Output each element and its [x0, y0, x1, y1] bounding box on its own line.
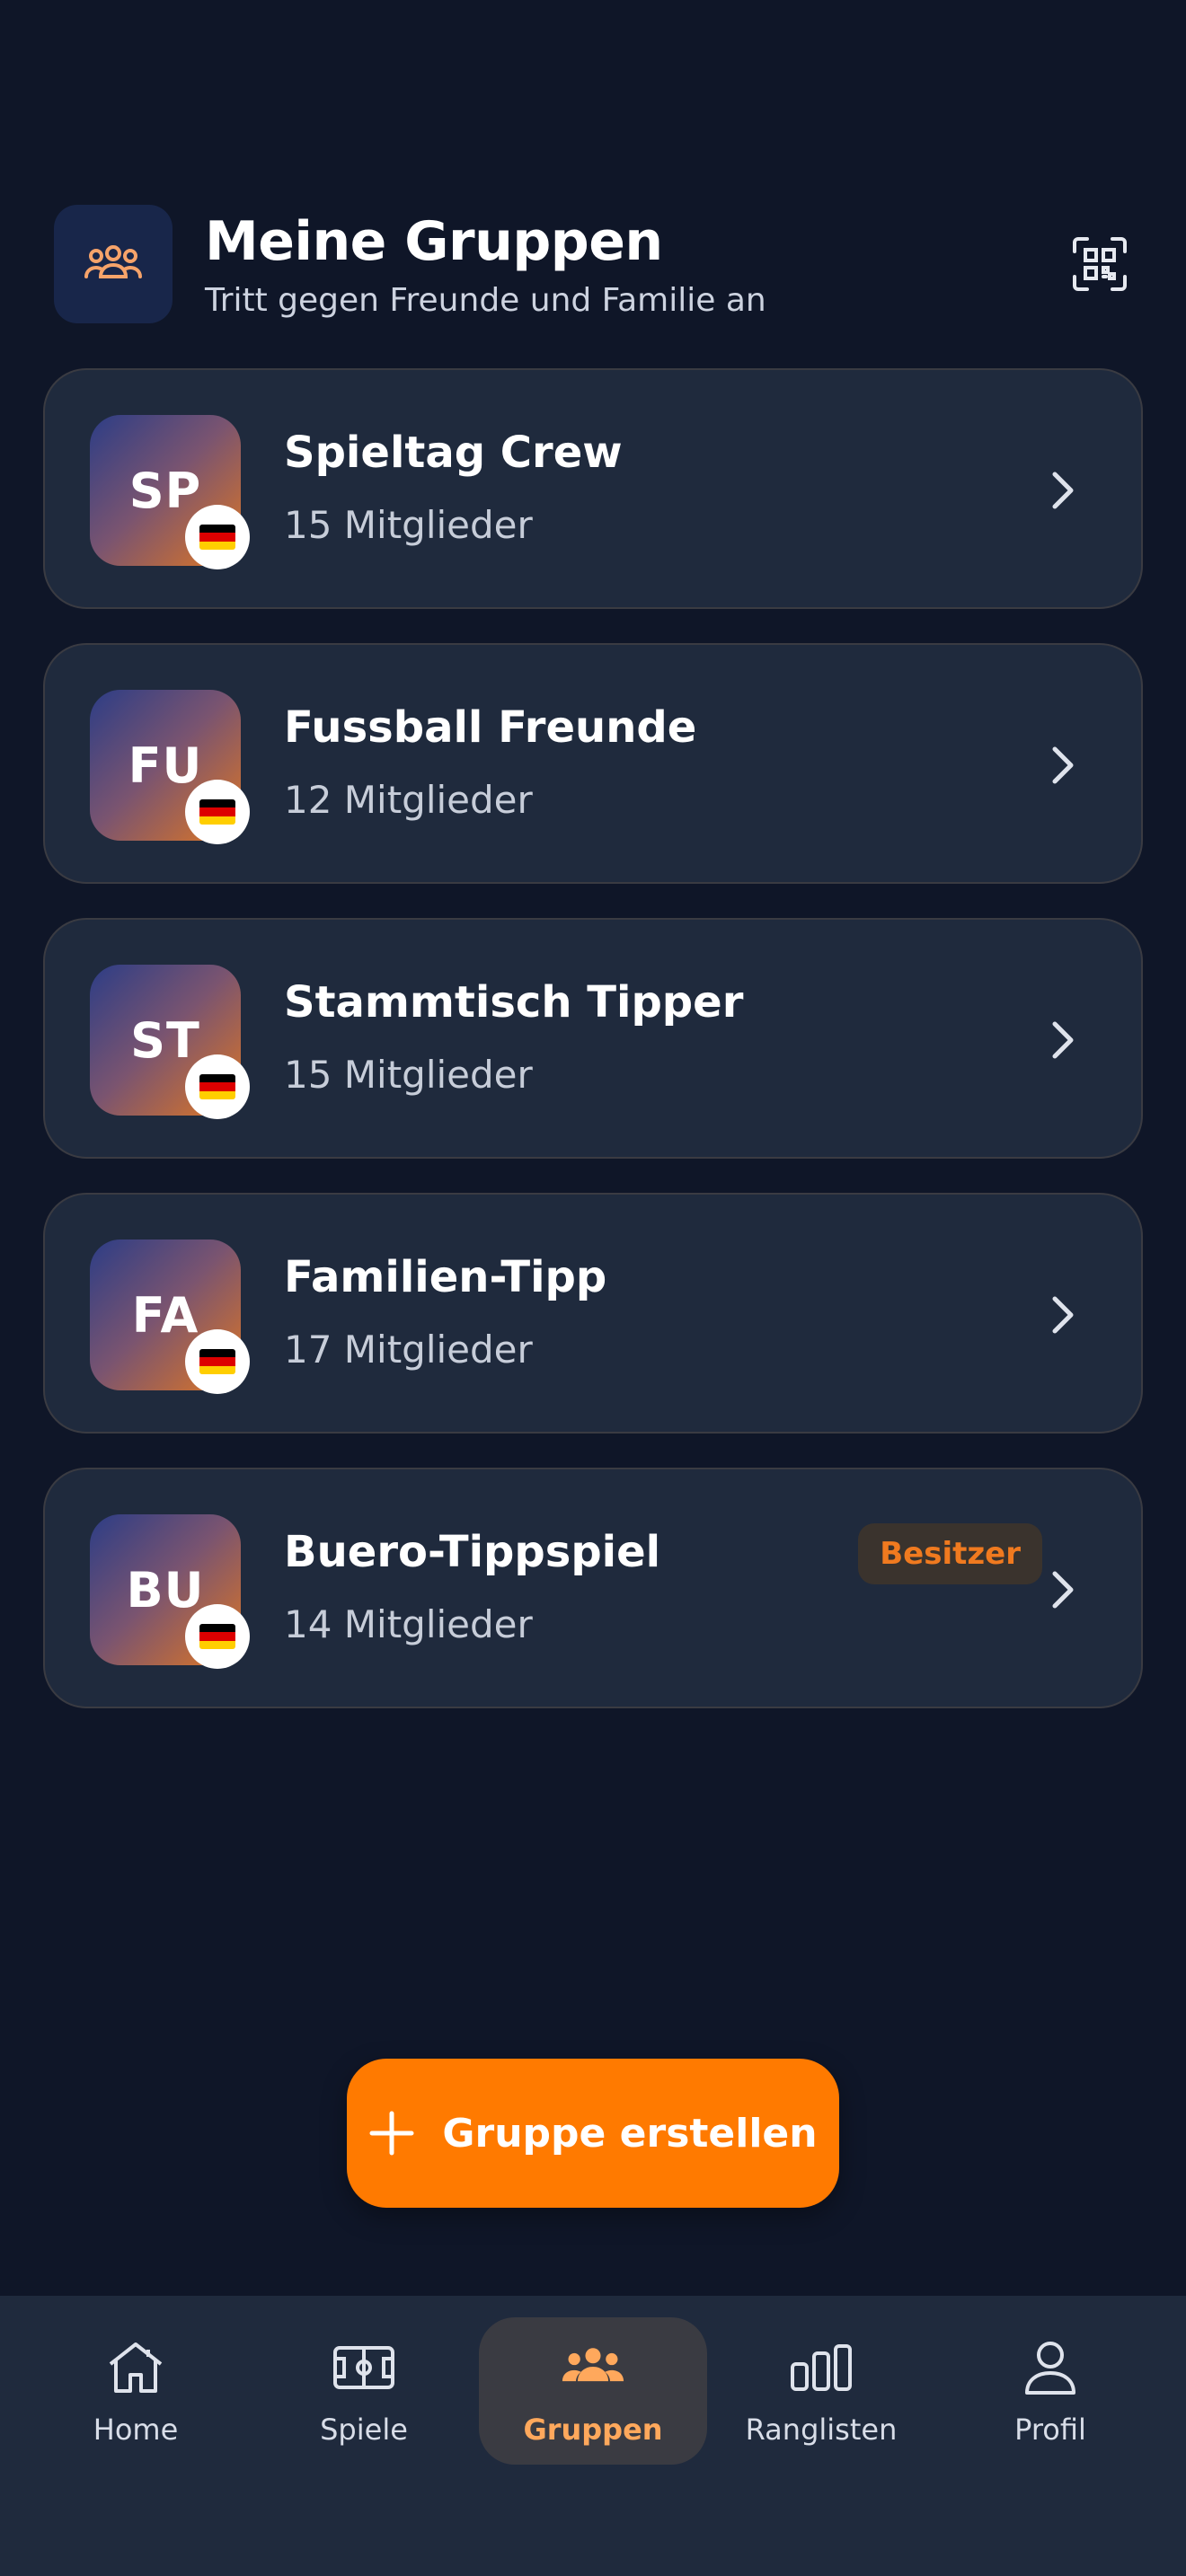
germany-flag-icon: [199, 1074, 235, 1099]
create-group-button[interactable]: Gruppe erstellen: [347, 2059, 839, 2208]
group-initials: FU: [128, 737, 203, 794]
group-member-count: 17 Mitglieder: [284, 1328, 533, 1372]
group-initials: SP: [128, 462, 202, 519]
page-subtitle: Tritt gegen Freunde und Familie an: [205, 282, 766, 319]
groups-screen: Meine Gruppen Tritt gegen Freunde und Fa…: [0, 0, 1186, 2576]
flag-badge: [185, 1329, 250, 1394]
group-initials: ST: [130, 1011, 200, 1069]
flag-badge: [185, 1054, 250, 1119]
group-card[interactable]: ST Stammtisch Tipper 15 Mitglieder: [43, 918, 1143, 1159]
group-initials: BU: [126, 1561, 205, 1619]
page-title: Meine Gruppen: [205, 210, 663, 273]
user-icon: [1025, 2342, 1075, 2395]
group-name: Buero-Tippspiel: [284, 1527, 661, 1577]
bar-chart-icon: [791, 2344, 852, 2391]
nav-label-home: Home: [93, 2413, 179, 2447]
nav-gruppen[interactable]: Gruppen: [479, 2317, 707, 2465]
chevron-right-icon: [1052, 1571, 1074, 1609]
germany-flag-icon: [199, 525, 235, 550]
nav-label-gruppen: Gruppen: [523, 2413, 663, 2447]
group-list: SP Spieltag Crew 15 Mitglieder FU Fussba…: [43, 368, 1143, 1742]
plus-icon: [369, 2111, 414, 2156]
nav-profil[interactable]: Profil: [936, 2317, 1164, 2465]
flag-badge: [185, 1604, 250, 1669]
owner-badge: Besitzer: [858, 1523, 1042, 1584]
pitch-icon: [333, 2346, 394, 2389]
nav-label-spiele: Spiele: [320, 2413, 408, 2447]
create-group-label: Gruppe erstellen: [442, 2110, 818, 2157]
nav-spiele[interactable]: Spiele: [250, 2317, 478, 2465]
group-member-count: 14 Mitglieder: [284, 1602, 533, 1646]
group-member-count: 12 Mitglieder: [284, 778, 533, 822]
flag-badge: [185, 780, 250, 844]
germany-flag-icon: [199, 1624, 235, 1649]
chevron-right-icon: [1052, 1296, 1074, 1334]
germany-flag-icon: [199, 799, 235, 825]
group-card[interactable]: BU Buero-Tippspiel 14 Mitglieder Besitze…: [43, 1468, 1143, 1708]
header-badge: [54, 205, 173, 323]
nav-label-profil: Profil: [1014, 2413, 1086, 2447]
home-icon: [109, 2342, 163, 2393]
group-card[interactable]: FU Fussball Freunde 12 Mitglieder: [43, 643, 1143, 884]
chevron-right-icon: [1052, 746, 1074, 784]
group-member-count: 15 Mitglieder: [284, 503, 533, 547]
users-icon: [562, 2348, 624, 2382]
flag-badge: [185, 505, 250, 569]
group-name: Familien-Tipp: [284, 1252, 607, 1302]
page-header: Meine Gruppen Tritt gegen Freunde und Fa…: [54, 205, 1132, 323]
qr-scan-button[interactable]: [1067, 232, 1132, 296]
group-member-count: 15 Mitglieder: [284, 1053, 533, 1097]
users-icon: [84, 245, 142, 278]
group-name: Spieltag Crew: [284, 428, 623, 478]
group-name: Stammtisch Tipper: [284, 977, 744, 1028]
nav-home[interactable]: Home: [22, 2317, 250, 2465]
bottom-nav: Home Spiele Gruppen Ranglisten Profil: [0, 2296, 1186, 2576]
chevron-right-icon: [1052, 472, 1074, 509]
germany-flag-icon: [199, 1349, 235, 1374]
group-card[interactable]: FA Familien-Tipp 17 Mitglieder: [43, 1193, 1143, 1434]
group-initials: FA: [131, 1286, 199, 1344]
group-name: Fussball Freunde: [284, 702, 697, 753]
nav-label-ranglisten: Ranglisten: [745, 2413, 898, 2447]
group-card[interactable]: SP Spieltag Crew 15 Mitglieder: [43, 368, 1143, 609]
qr-scan-icon: [1073, 237, 1127, 291]
chevron-right-icon: [1052, 1021, 1074, 1059]
nav-ranglisten[interactable]: Ranglisten: [707, 2317, 935, 2465]
